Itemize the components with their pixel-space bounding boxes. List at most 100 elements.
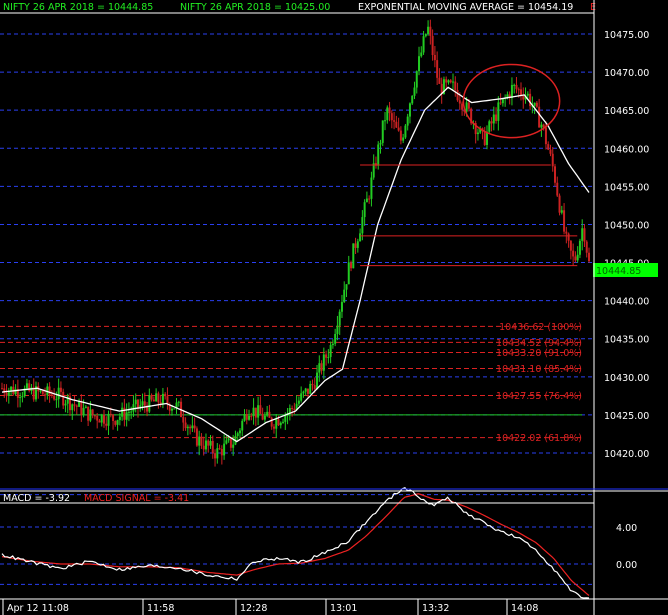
candle-body — [107, 413, 110, 426]
y-tick-label: 10440.00 — [604, 297, 649, 308]
macd-y-tick-label: 0.00 — [616, 560, 637, 571]
candle-body — [161, 393, 164, 405]
candle-body — [334, 333, 337, 344]
candle-body — [540, 124, 543, 128]
candle-body — [325, 354, 328, 358]
candle-body — [399, 130, 402, 141]
candle-body — [569, 240, 572, 251]
candle-body — [397, 127, 400, 131]
candle-body — [112, 414, 115, 421]
macd-y-tick-label: 4.00 — [616, 523, 637, 534]
candle-body — [73, 404, 76, 406]
candle-body — [356, 241, 359, 248]
candle-body — [433, 54, 436, 61]
candle-body — [497, 102, 500, 121]
candle-body — [535, 102, 538, 107]
candle-body — [499, 102, 502, 104]
candle-body — [236, 433, 239, 436]
candle-body — [277, 419, 280, 426]
candle-body — [55, 399, 58, 401]
candle-body — [141, 401, 144, 406]
candle-body — [202, 445, 205, 450]
candle-body — [220, 448, 223, 456]
candle-body — [105, 423, 108, 426]
candle-body — [243, 414, 246, 421]
candle-body — [173, 408, 176, 410]
candle-body — [248, 415, 251, 420]
candle-body — [82, 408, 85, 416]
candle-body — [388, 107, 391, 114]
candle-body — [331, 343, 334, 346]
candle-body — [381, 120, 384, 143]
candle-body — [62, 391, 65, 406]
candle-body — [100, 414, 103, 423]
candle-body — [408, 103, 411, 117]
fib-label: 10431.10 (85.4%) — [496, 364, 582, 375]
candle-body — [465, 102, 468, 112]
candle-body — [259, 405, 262, 414]
candle-body — [125, 412, 128, 420]
candle-body — [563, 210, 566, 232]
candle-body — [327, 356, 330, 358]
candle-body — [257, 405, 260, 418]
candle-body — [447, 80, 450, 83]
candle-body — [59, 387, 62, 392]
candle-body — [84, 406, 87, 409]
candle-body — [495, 114, 498, 121]
macd-panel: 4.00 0.00 — [0, 486, 637, 599]
candle-body — [336, 325, 339, 334]
candle-body — [526, 93, 529, 96]
candle-body — [538, 106, 541, 128]
candle-body — [254, 407, 257, 418]
candle-body — [5, 392, 8, 396]
candle-body — [64, 403, 67, 406]
candle-body — [157, 393, 160, 403]
candle-body — [404, 125, 407, 138]
candle-body — [21, 396, 24, 398]
ema-line — [1, 86, 590, 443]
candle-body — [232, 444, 235, 448]
candle-body — [19, 396, 22, 398]
trading-chart: 10436.62 (100%)10434.52 (94.4%)10433.20 … — [0, 0, 668, 615]
candle-body — [164, 393, 167, 397]
candle-body — [114, 420, 117, 425]
candle-body — [461, 103, 464, 110]
candle-body — [340, 302, 343, 312]
candle-body — [48, 386, 51, 395]
fib-label: 10433.20 (91.0%) — [496, 348, 582, 359]
candle-body — [284, 415, 287, 422]
fibonacci-levels: 10436.62 (100%)10434.52 (94.4%)10433.20 … — [0, 322, 582, 444]
candle-body — [422, 36, 425, 53]
candle-body — [554, 166, 557, 183]
y-tick-label: 10425.00 — [604, 411, 649, 422]
candle-body — [238, 430, 241, 434]
macd-signal-line — [1, 493, 590, 596]
candle-body — [431, 35, 434, 55]
candle-body — [209, 441, 212, 446]
candle-body — [368, 198, 371, 200]
macd-value-label: MACD = -3.92 — [3, 493, 70, 504]
candle-body — [406, 116, 409, 126]
candle-body — [216, 448, 219, 459]
ema-overlay — [1, 86, 590, 443]
candle-body — [370, 177, 373, 199]
candle-body — [427, 26, 430, 34]
candle-body — [229, 438, 232, 448]
candle-body — [300, 393, 303, 401]
candle-body — [189, 426, 192, 429]
candle-body — [198, 436, 201, 446]
candle-body — [1, 388, 3, 390]
candle-body — [223, 443, 226, 456]
candle-body — [218, 448, 221, 450]
y-tick-label: 10460.00 — [604, 144, 649, 155]
y-tick-label: 10435.00 — [604, 335, 649, 346]
macd-line — [1, 486, 590, 599]
candle-body — [270, 417, 273, 427]
candle-body — [282, 421, 285, 423]
candle-body — [57, 387, 60, 400]
candle-body — [279, 422, 282, 426]
candle-body — [250, 415, 253, 417]
candle-body — [96, 415, 99, 421]
candle-body — [134, 399, 137, 405]
candle-body — [533, 102, 536, 106]
